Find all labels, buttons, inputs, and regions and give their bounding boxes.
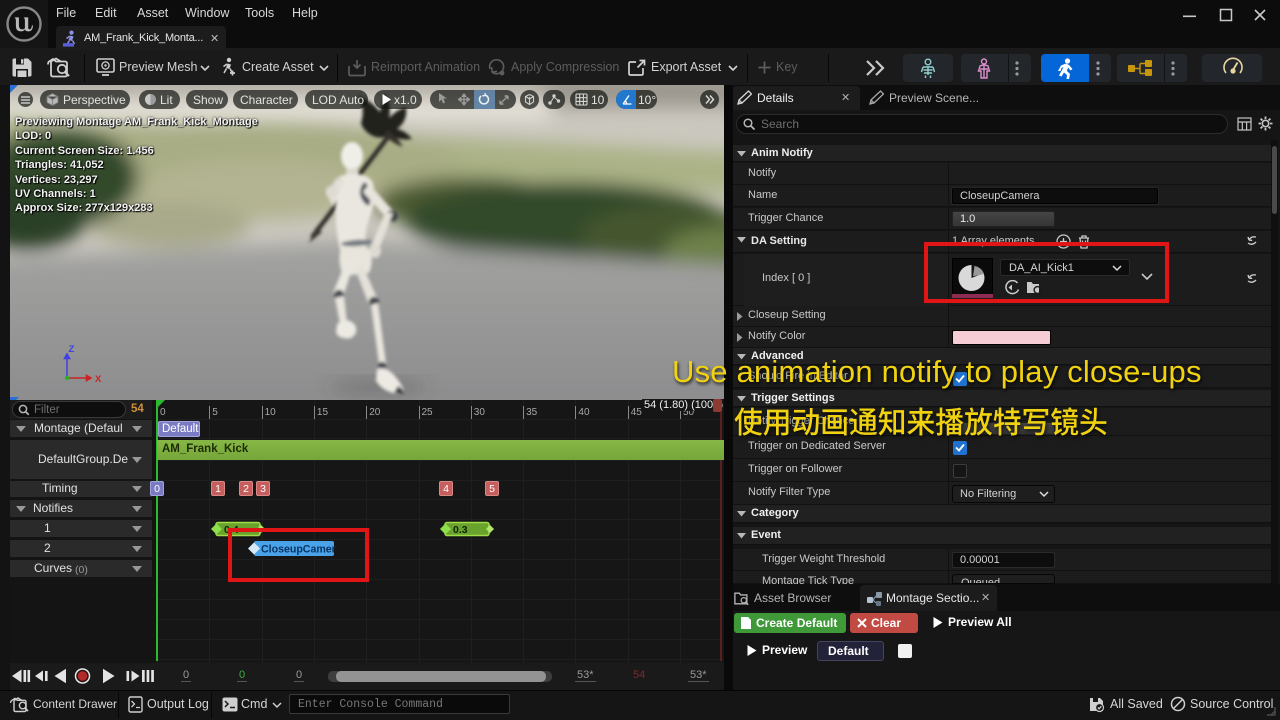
svg-text:X: X <box>95 374 102 385</box>
svg-text:0.3: 0.3 <box>453 524 468 536</box>
svg-text:Z: Z <box>69 344 75 355</box>
